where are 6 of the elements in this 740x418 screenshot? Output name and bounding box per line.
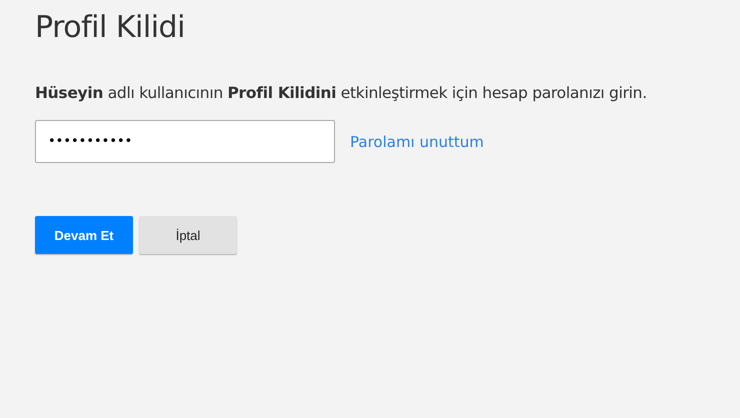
cancel-button[interactable]: İptal [139, 216, 237, 254]
instruction-text: Hüseyin adlı kullanıcının Profil Kilidini etkinleştirmek için hesap parolanızı girin. [35, 83, 648, 104]
password-field[interactable]: ••••••••••• [35, 120, 335, 163]
forgot-password-link[interactable]: Parolamı unuttum [350, 132, 484, 150]
continue-button[interactable]: Devam Et [35, 216, 133, 254]
page-title: Profil Kilidi [35, 9, 186, 47]
